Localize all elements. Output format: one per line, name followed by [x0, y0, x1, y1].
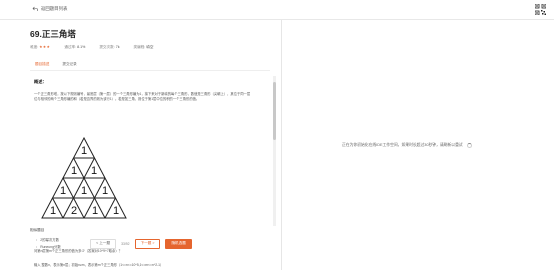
tri-row1-cell1: 1: [81, 145, 87, 157]
tri-row4-cell2: 2: [71, 205, 77, 217]
tabs-divider: [30, 70, 270, 71]
footer-nav: < 上一题 33/92 下一题 > 随机选题: [0, 237, 282, 250]
loading-text: 正在为你初始化在线IDE工作空间，如果时长超过30秒钟，请刷新以重试: [342, 143, 463, 147]
random-problem-button[interactable]: 随机选题: [165, 238, 192, 249]
page-info: 33/92: [121, 241, 130, 246]
next-problem-button[interactable]: 下一题 >: [134, 238, 161, 249]
pass-rate: 通过率: 8.1%: [64, 45, 86, 49]
content-scrollbar[interactable]: [273, 82, 276, 140]
problem-title: 69.正三角塔: [30, 29, 76, 39]
back-arrow-icon: [32, 6, 38, 11]
ide-loading-message: 正在为你初始化在线IDE工作空间，如果时长超过30秒钟，请刷新以重试: [342, 143, 472, 148]
triangle-tower-diagram: 1 1 1 1 1 1 1 2 1 1: [41, 136, 127, 219]
tri-row4-cell4: 1: [113, 205, 119, 217]
tri-row3-cell3: 1: [102, 185, 108, 197]
problem-description: 一个正三角形塔，按以下规则编号，最底层（第一层）的一个三角形编为1，接下来对于新…: [34, 92, 251, 102]
difficulty: 难度: ★★★: [30, 45, 51, 49]
related-title: 相似题目: [30, 228, 45, 232]
problem-meta: 难度: ★★★ 通过率: 8.1% 提交次数: 7k 类编程: 填空: [30, 45, 153, 50]
top-bar: 返回题目列表: [0, 0, 554, 20]
submission-count: 提交次数: 7k: [99, 45, 120, 49]
qr-code-icon[interactable]: [535, 4, 546, 15]
tri-row3-cell2: 1: [81, 185, 87, 197]
problem-panel: 69.正三角塔 难度: ★★★ 通过率: 8.1% 提交次数: 7k 类编程: …: [0, 20, 282, 270]
difficulty-stars: ★★★: [39, 45, 51, 49]
tri-row4-cell1: 1: [50, 205, 56, 217]
tri-row2-cell2: 1: [91, 165, 97, 177]
section-title: 概述：: [34, 79, 47, 84]
problem-type: 类编程: 填空: [133, 45, 154, 49]
tri-row4-cell3: 1: [92, 205, 98, 217]
prev-problem-button[interactable]: < 上一题: [90, 238, 117, 249]
tri-row3-cell1: 1: [60, 185, 66, 197]
back-to-list-link[interactable]: 返回题目列表: [32, 6, 67, 12]
problem-content: 概述： 一个正三角形塔，按以下规则编号，最底层（第一层）的一个三角形编为1，接下…: [30, 74, 268, 267]
back-label: 返回题目列表: [41, 6, 68, 11]
tri-row2-cell1: 1: [71, 165, 77, 177]
loading-spinner-icon: [466, 143, 472, 148]
input-spec-text: 输入 整数n，表示第n层；初始n≥m，表示第m个正三角形（1<=n<=10^5,…: [34, 263, 164, 267]
